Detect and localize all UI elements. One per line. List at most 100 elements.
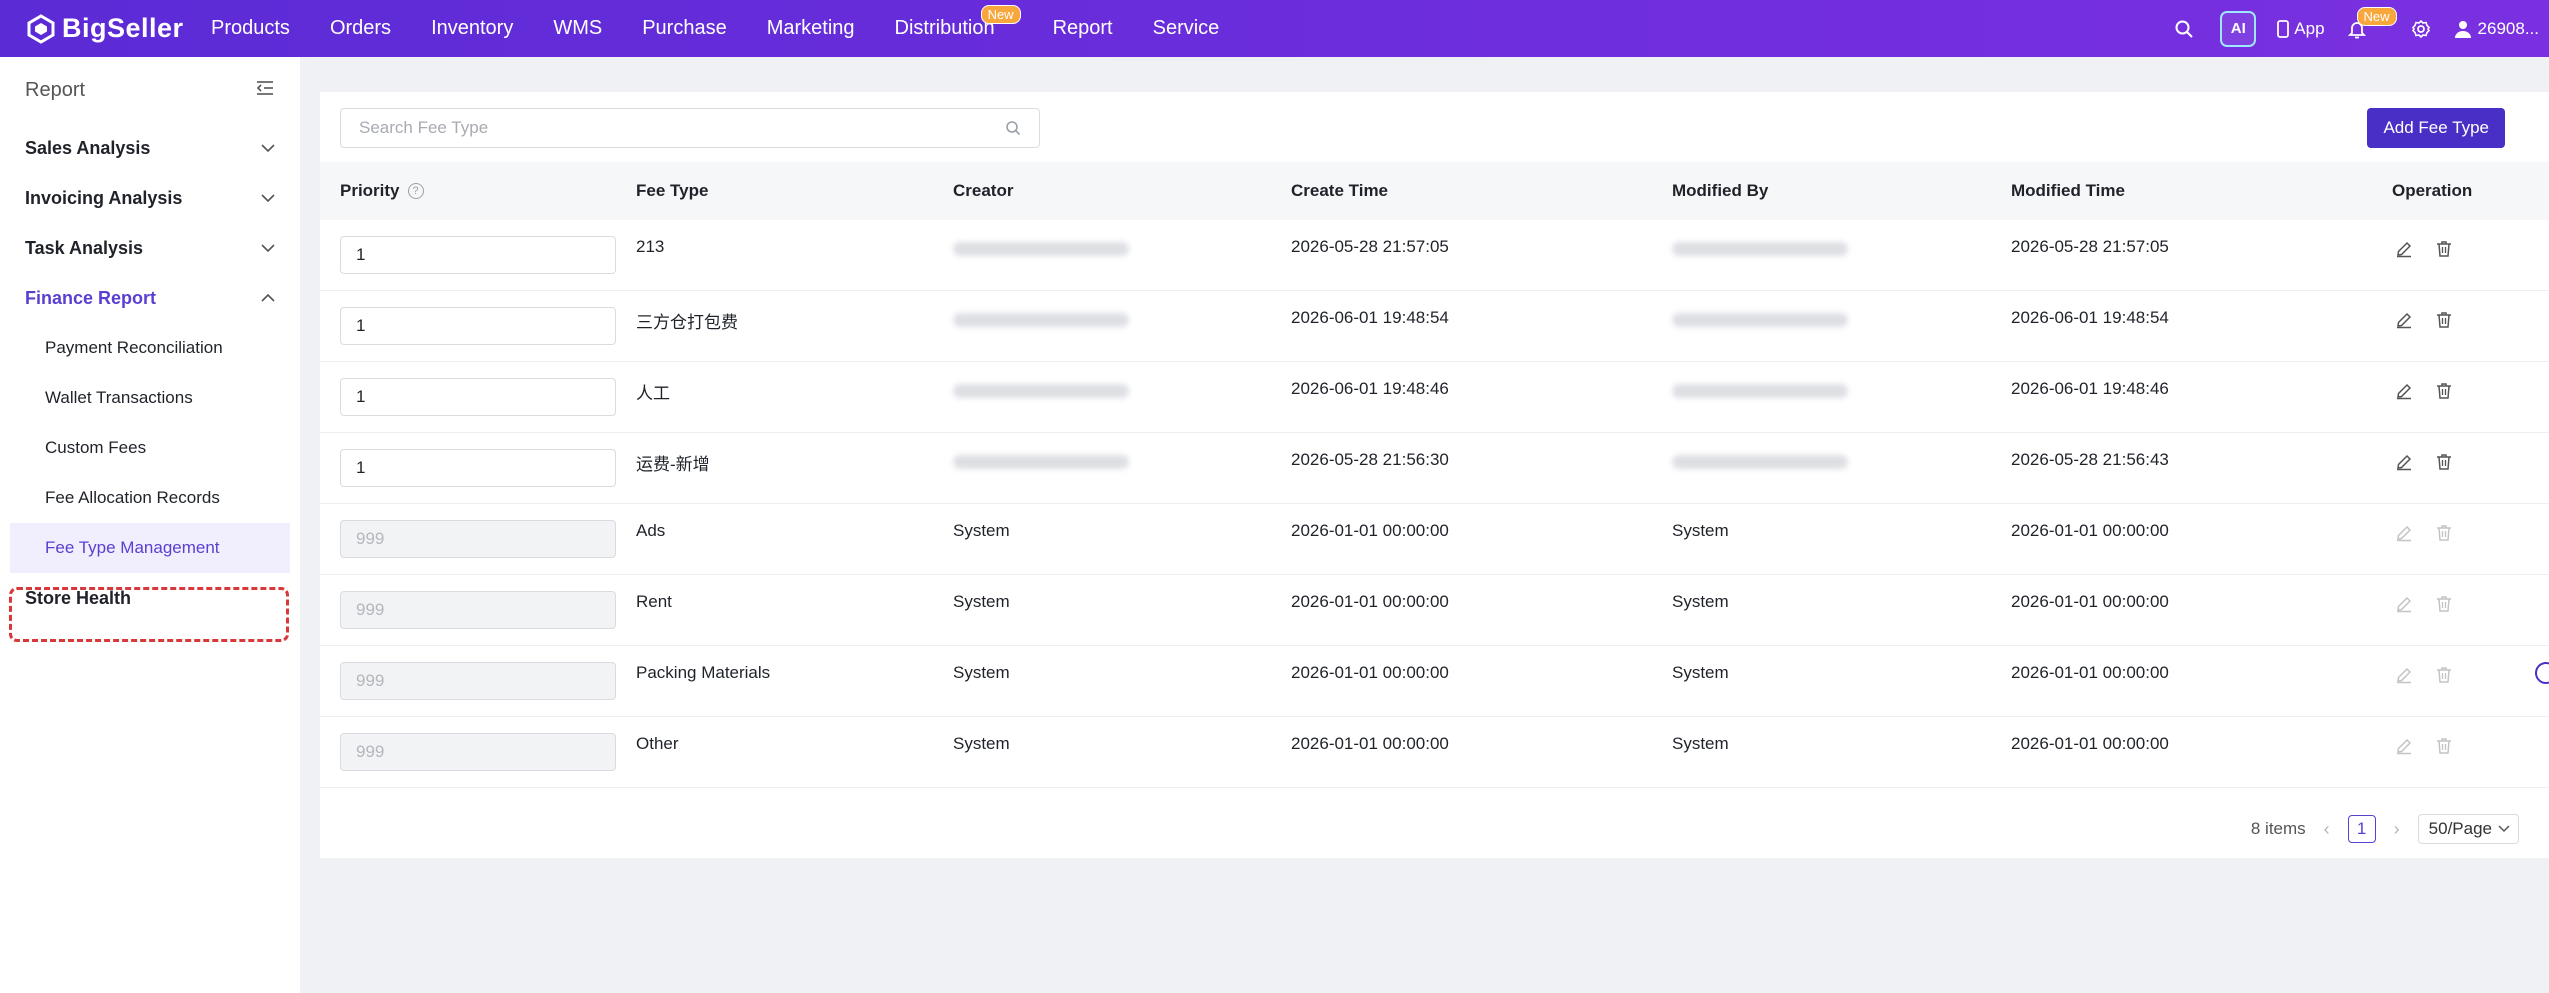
chevron-down-icon [261,194,275,203]
page-size-select[interactable]: 50/Page [2417,814,2519,844]
col-priority: Priority ? [340,181,424,201]
search-icon[interactable] [1005,120,1021,136]
fee-type-cell: 213 [636,237,665,256]
creator-cell: System [953,663,1010,682]
table-row: 1 213 2026-05-28 21:57:05 2026-05-28 21:57:… [320,220,2549,291]
delete-icon [2435,666,2457,688]
app-label: App [2294,18,2325,38]
ai-button[interactable]: AI [2220,10,2257,47]
create-time-cell: 2026-06-01 19:48:46 [1291,379,1449,398]
edit-icon [2395,666,2417,688]
sidebar-item-wallet-transactions[interactable]: Wallet Transactions [0,373,300,423]
nav-service[interactable]: Service [1153,17,1220,40]
delete-icon [2435,737,2457,759]
modified-time-cell: 2026-01-01 00:00:00 [2011,663,2169,682]
logo-text: BigSeller [62,13,184,43]
delete-icon[interactable] [2435,240,2457,262]
priority-input[interactable]: 1 [340,236,616,274]
sidebar-item-fee-type-management[interactable]: Fee Type Management [10,523,290,573]
edit-icon[interactable] [2395,240,2417,262]
delete-icon[interactable] [2435,382,2457,404]
top-right-tools: AI App New 26908... [2148,0,2539,57]
sidebar-item-fee-allocation-records[interactable]: Fee Allocation Records [0,473,300,523]
chevron-up-icon [261,293,275,302]
chevron-down-icon [261,144,275,153]
nav-marketing[interactable]: Marketing [767,17,855,40]
modified-time-cell: 2026-01-01 00:00:00 [2011,592,2169,611]
nav-wms[interactable]: WMS [553,17,602,40]
search-icon[interactable] [2174,19,2194,39]
col-creator: Creator [953,181,1014,200]
redacted-modified-by [1672,384,1848,398]
nav-orders[interactable]: Orders [330,17,391,40]
sidebar-item-payment-reconciliation[interactable]: Payment Reconciliation [0,323,300,373]
sidebar-group-label: Task Analysis [25,237,144,258]
add-fee-type-button[interactable]: Add Fee Type [2367,108,2505,148]
edit-icon[interactable] [2395,382,2417,404]
phone-icon [2277,19,2290,38]
next-page-icon[interactable]: › [2394,819,2400,840]
sidebar-group-task-analysis[interactable]: Task Analysis [0,223,300,273]
bigseller-logo-icon [26,13,56,44]
gear-icon[interactable] [2411,19,2431,39]
table-row: 999 Ads System System 2026-01-01 00:00:00 202… [320,504,2549,575]
col-priority-label: Priority [340,181,400,200]
search-fee-type-input[interactable]: Search Fee Type [340,108,1040,148]
delete-icon[interactable] [2435,311,2457,333]
app-link[interactable]: App [2276,18,2325,39]
notification-badge: New [2356,6,2397,26]
nav-purchase[interactable]: Purchase [642,17,727,40]
edit-icon[interactable] [2395,453,2417,475]
edit-icon[interactable] [2395,311,2417,333]
priority-input[interactable]: 1 [340,449,616,487]
main-nav: Products Orders Inventory WMS Purchase M… [211,0,1259,57]
logo[interactable]: BigSeller [26,13,211,44]
priority-input[interactable]: 1 [340,307,616,345]
nav-products[interactable]: Products [211,17,290,40]
priority-input[interactable]: 1 [340,378,616,416]
prev-page-icon[interactable]: ‹ [2324,819,2330,840]
sidebar-group-sales-analysis[interactable]: Sales Analysis [0,123,300,173]
fee-type-cell: Packing Materials [636,663,771,682]
col-modified-by: Modified By [1672,181,1769,200]
sidebar-item-custom-fees[interactable]: Custom Fees [0,423,300,473]
create-time-cell: 2026-01-01 00:00:00 [1291,592,1449,611]
priority-input: 999 [340,662,616,700]
fee-type-cell: Other [636,734,679,753]
sidebar-group-invoicing-analysis[interactable]: Invoicing Analysis [0,173,300,223]
top-nav-bar: BigSeller Products Orders Inventory WMS … [0,0,2549,57]
modified-by-cell: System [1672,521,1729,540]
redacted-creator [953,384,1129,398]
user-menu[interactable]: 26908... [2453,19,2539,39]
nav-distribution[interactable]: Distribution New [894,5,1021,40]
help-icon[interactable]: ? [407,183,424,199]
edit-icon [2395,524,2417,546]
modified-by-cell: System [1672,663,1729,682]
highlight-outline [9,587,289,642]
redacted-modified-by [1672,455,1848,469]
modified-time-cell: 2026-06-01 19:48:46 [2011,379,2169,398]
table-row: 1 人工 2026-06-01 19:48:46 2026-06-01 19:48:4… [320,362,2549,433]
page-number[interactable]: 1 [2347,815,2376,843]
nav-distribution-label: Distribution [894,17,995,39]
main-panel: Search Fee Type Add Fee Type Priority ? … [320,92,2549,858]
delete-icon [2435,595,2457,617]
sidebar-title: Report [25,78,86,101]
search-placeholder: Search Fee Type [359,118,489,137]
table-row: 1 运费-新增 2026-05-28 21:56:30 2026-05-28 21:5… [320,433,2549,504]
table-row: 999 Other System System 2026-01-01 00:00:00 2… [320,717,2549,788]
sidebar-group-finance-report[interactable]: Finance Report [0,273,300,323]
fee-type-cell: 运费-新增 [636,455,710,474]
table-header: Priority ? Fee Type Creator Create Time … [320,162,2549,220]
priority-input: 999 [340,733,616,771]
nav-inventory[interactable]: Inventory [431,17,513,40]
collapse-sidebar-icon[interactable] [255,79,275,102]
create-time-cell: 2026-01-01 00:00:00 [1291,734,1449,753]
col-fee-type: Fee Type [636,181,709,200]
delete-icon[interactable] [2435,453,2457,475]
fee-type-cell: Ads [636,521,666,540]
bell-icon[interactable]: New [2347,6,2397,39]
redacted-modified-by [1672,242,1848,256]
nav-report[interactable]: Report [1053,17,1113,40]
page-size-value: 50/Page [2428,819,2492,838]
